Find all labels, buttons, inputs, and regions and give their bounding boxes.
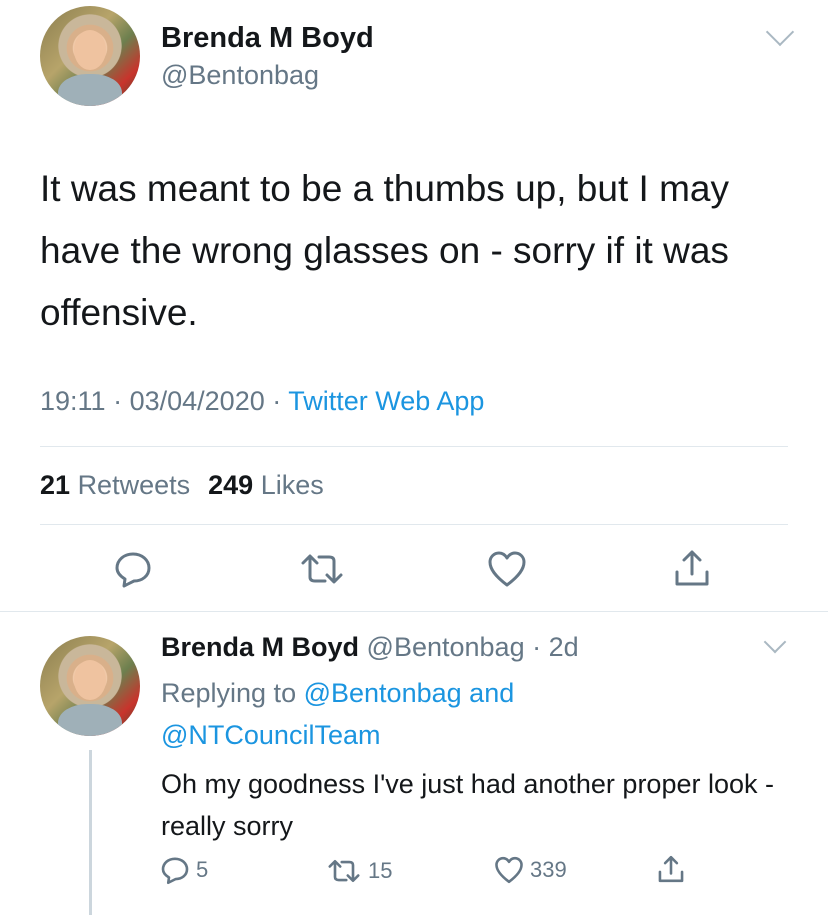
- replying-to-prefix: Replying to: [161, 678, 297, 708]
- replying-to-user-link[interactable]: @Bentonbag: [304, 678, 462, 708]
- avatar-face: [74, 660, 106, 700]
- avatar-body: [58, 74, 122, 106]
- thread-line: [89, 750, 92, 915]
- chevron-down-icon[interactable]: [765, 17, 795, 47]
- heart-icon: [495, 856, 523, 884]
- avatar-body: [58, 704, 122, 736]
- tweet-source-link[interactable]: Twitter Web App: [288, 386, 484, 416]
- reply-share-button[interactable]: [657, 854, 685, 884]
- replying-to: Replying to @Bentonbag and @NTCouncilTea…: [161, 672, 761, 756]
- reply-like-button[interactable]: 339: [494, 856, 567, 884]
- like-button[interactable]: [487, 550, 527, 588]
- chevron-down-icon[interactable]: [763, 630, 787, 654]
- share-button[interactable]: [673, 548, 711, 588]
- divider: [40, 446, 788, 447]
- reply-author-name[interactable]: Brenda M Boyd: [161, 632, 359, 662]
- reply-age: · 2d: [532, 632, 579, 662]
- avatar-face: [74, 30, 106, 70]
- retweet-icon: [301, 554, 343, 584]
- like-count: 339: [530, 857, 567, 882]
- meta-separator: ·: [272, 386, 282, 416]
- retweet-count: 15: [368, 858, 393, 883]
- reply-count: 5: [196, 857, 209, 882]
- meta-separator: ·: [113, 386, 123, 416]
- reply-reply-button[interactable]: 5: [160, 855, 208, 885]
- tweet-date: 03/04/2020: [129, 386, 265, 416]
- retweets-count: 21: [40, 470, 71, 500]
- reply-author-avatar[interactable]: [40, 636, 140, 736]
- heart-icon: [488, 551, 526, 587]
- retweet-icon: [328, 859, 360, 883]
- likes-count: 249: [208, 470, 254, 500]
- reply-button[interactable]: [113, 549, 153, 589]
- share-icon: [658, 855, 684, 883]
- reply-icon: [161, 857, 189, 885]
- tweet-text: It was meant to be a thumbs up, but I ma…: [40, 168, 729, 333]
- author-avatar[interactable]: [40, 6, 140, 106]
- share-icon: [675, 550, 709, 586]
- retweets-stat[interactable]: 21 Retweets: [40, 470, 190, 500]
- reply-retweet-button[interactable]: 15: [326, 857, 392, 885]
- likes-stat[interactable]: 249 Likes: [208, 470, 324, 500]
- author-name[interactable]: Brenda M Boyd: [161, 22, 374, 55]
- tweet-stats: 21 Retweets 249 Likes: [40, 470, 324, 501]
- replying-to-and: and: [469, 678, 515, 708]
- reply-icon: [115, 552, 151, 588]
- reply-text: Oh my goodness I've just had another pro…: [161, 769, 774, 841]
- likes-label: Likes: [260, 470, 324, 500]
- retweet-button[interactable]: [298, 551, 346, 587]
- section-divider: [0, 611, 828, 612]
- reply-author-handle[interactable]: @Bentonbag: [367, 632, 525, 662]
- retweets-label: Retweets: [77, 470, 191, 500]
- reply-header: Brenda M Boyd @Bentonbag · 2d: [161, 632, 579, 663]
- replying-to-user-link[interactable]: @NTCouncilTeam: [161, 720, 380, 750]
- author-handle[interactable]: @Bentonbag: [161, 60, 319, 91]
- tweet-time: 19:11: [40, 386, 106, 416]
- divider: [40, 524, 788, 525]
- tweet-meta: 19:11 · 03/04/2020 · Twitter Web App: [40, 386, 484, 417]
